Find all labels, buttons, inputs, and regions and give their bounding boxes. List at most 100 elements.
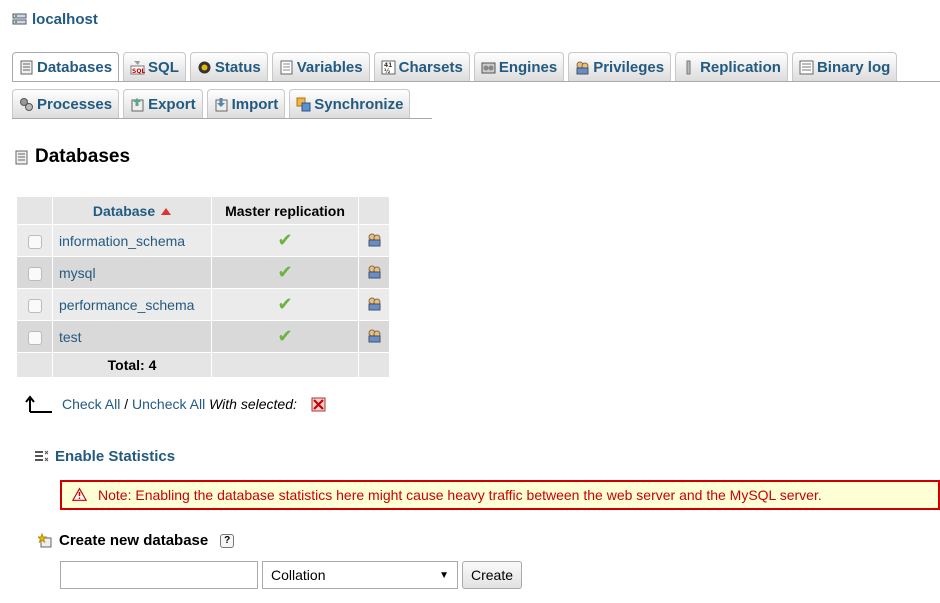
- privileges-icon: [575, 60, 590, 75]
- svg-text:½: ½: [384, 68, 390, 75]
- tab-variables[interactable]: Variables: [271, 52, 370, 81]
- database-name-input[interactable]: [60, 561, 258, 589]
- svg-text:SQL: SQL: [132, 68, 145, 75]
- row-select-cell: [17, 289, 52, 320]
- create-database-form: Collation ▼ Create: [60, 561, 523, 589]
- tab-label: Export: [148, 95, 196, 113]
- privileges-icon[interactable]: [367, 296, 382, 311]
- tab-label: Databases: [37, 58, 113, 76]
- engines-icon: [481, 60, 496, 75]
- check-icon: ✔: [277, 230, 293, 250]
- tab-label: Engines: [498, 58, 558, 76]
- enable-statistics-link[interactable]: Enable Statistics: [55, 448, 175, 465]
- database-name-link[interactable]: information_schema: [53, 225, 211, 256]
- sql-icon: SQL: [130, 60, 145, 75]
- master-replication-header: Master replication: [212, 197, 358, 224]
- tab-engines[interactable]: Engines: [473, 52, 565, 81]
- statistics-notice: Note: Enabling the database statistics h…: [60, 480, 940, 510]
- footer-empty-cell: [212, 353, 358, 377]
- select-column-header: [17, 197, 52, 224]
- total-count: Total: 4: [53, 353, 211, 377]
- status-icon: [197, 60, 212, 75]
- tab-label: Privileges: [593, 58, 665, 76]
- databases-table: Database Master replication information_…: [16, 196, 390, 378]
- tab-synchronize[interactable]: Synchronize: [289, 89, 411, 118]
- database-header-label: Database: [92, 202, 156, 219]
- tab-label: Charsets: [398, 58, 463, 76]
- tab-label: Binary log: [816, 58, 891, 76]
- tab-label: SQL: [148, 58, 179, 76]
- create-button[interactable]: Create: [462, 561, 523, 589]
- row-actions-cell: [359, 257, 389, 288]
- enable-statistics[interactable]: Enable Statistics: [34, 448, 175, 465]
- database-column-header[interactable]: Database: [53, 197, 211, 224]
- row-actions-cell: [359, 225, 389, 256]
- main-tabs-row-2: Processes Export Import Synchronize: [12, 89, 411, 118]
- tab-charsets[interactable]: 41 ½ Charsets: [373, 52, 470, 81]
- tab-status[interactable]: Status: [189, 52, 268, 81]
- tab-export[interactable]: Export: [123, 89, 203, 118]
- row-actions-cell: [359, 289, 389, 320]
- variables-icon: [279, 60, 294, 75]
- database-name-link[interactable]: test: [53, 321, 211, 352]
- tab-import[interactable]: Import: [206, 89, 286, 118]
- row-actions-cell: [359, 321, 389, 352]
- export-icon: [130, 97, 145, 112]
- table-row: test ✔: [17, 321, 389, 352]
- row-checkbox[interactable]: [27, 298, 42, 313]
- tab-replication[interactable]: Replication: [675, 52, 788, 81]
- processes-icon: [19, 97, 34, 112]
- check-all-link[interactable]: Check All: [62, 396, 120, 412]
- server-icon: [12, 12, 27, 27]
- check-icon: ✔: [277, 262, 293, 282]
- privileges-icon[interactable]: [367, 264, 382, 279]
- row-select-cell: [17, 225, 52, 256]
- tab-processes[interactable]: Processes: [12, 89, 120, 118]
- create-database-title: Create new database: [59, 532, 209, 549]
- tabs-divider: [12, 118, 432, 119]
- notice-text: Note: Enabling the database statistics h…: [98, 487, 822, 503]
- check-icon: ✔: [277, 294, 293, 314]
- create-database-section: Create new database ?: [38, 532, 235, 549]
- tabs-divider: [12, 81, 940, 82]
- chevron-down-icon: ▼: [439, 569, 449, 581]
- replication-icon: [682, 60, 697, 75]
- privileges-icon[interactable]: [367, 328, 382, 343]
- row-checkbox[interactable]: [27, 266, 42, 281]
- tab-label: Variables: [296, 58, 363, 76]
- replication-status-cell: ✔: [212, 289, 358, 320]
- sort-ascending-icon: [161, 208, 172, 216]
- warning-icon: [72, 487, 90, 503]
- row-checkbox[interactable]: [27, 330, 42, 345]
- tab-privileges[interactable]: Privileges: [568, 52, 672, 81]
- collation-selected-value: Collation: [271, 567, 326, 583]
- page-title: Databases: [14, 146, 130, 168]
- tab-sql[interactable]: SQL SQL: [123, 52, 186, 81]
- replication-status-cell: ✔: [212, 225, 358, 256]
- databases-icon: [14, 150, 29, 165]
- with-selected-label: With selected:: [209, 396, 297, 412]
- help-icon[interactable]: ?: [220, 533, 235, 548]
- server-label[interactable]: localhost: [32, 11, 98, 28]
- tab-binary-log[interactable]: Binary log: [791, 52, 898, 81]
- collation-select[interactable]: Collation ▼: [262, 561, 458, 589]
- replication-status-cell: ✔: [212, 257, 358, 288]
- table-row: mysql ✔: [17, 257, 389, 288]
- drop-selected-icon[interactable]: [311, 397, 326, 412]
- tab-label: Processes: [37, 95, 113, 113]
- uncheck-all-link[interactable]: Uncheck All: [132, 396, 205, 412]
- row-select-cell: [17, 257, 52, 288]
- database-name-link[interactable]: performance_schema: [53, 289, 211, 320]
- row-select-cell: [17, 321, 52, 352]
- database-name-link[interactable]: mysql: [53, 257, 211, 288]
- import-icon: [214, 97, 229, 112]
- tab-databases[interactable]: Databases: [12, 52, 120, 81]
- synchronize-icon: [296, 97, 311, 112]
- arrow-left-up-icon: [24, 394, 54, 414]
- server-breadcrumb[interactable]: localhost: [12, 8, 98, 30]
- table-row: performance_schema ✔: [17, 289, 389, 320]
- row-checkbox[interactable]: [27, 234, 42, 249]
- privileges-icon[interactable]: [367, 232, 382, 247]
- table-row: information_schema ✔: [17, 225, 389, 256]
- binary-log-icon: [799, 60, 814, 75]
